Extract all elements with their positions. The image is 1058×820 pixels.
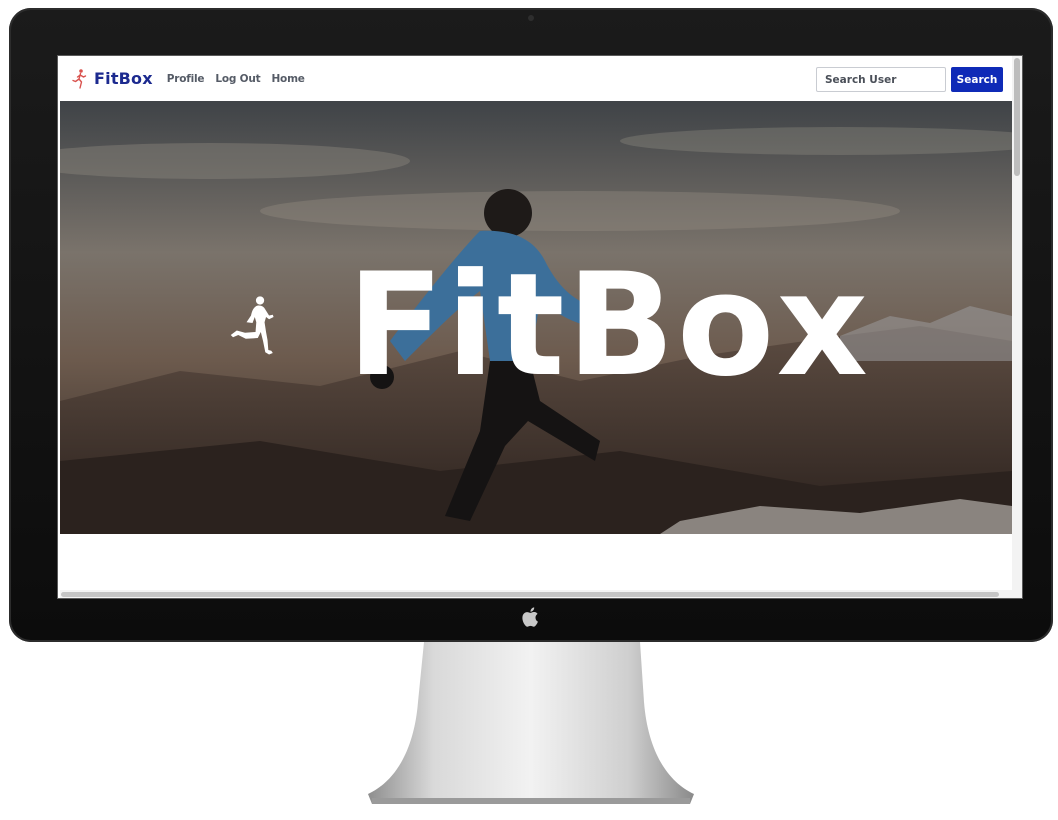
nav-link-profile[interactable]: Profile: [167, 73, 205, 85]
navbar: FitBox Profile Log Out Home Search: [60, 56, 1012, 101]
monitor-frame: FitBox Profile Log Out Home Search User …: [9, 8, 1053, 642]
nav-link-logout[interactable]: Log Out: [215, 73, 260, 85]
search-button[interactable]: Search: [951, 67, 1003, 92]
hero-logo: FitBox: [230, 241, 870, 411]
apple-logo-icon: [522, 607, 538, 627]
hero-title: FitBox: [347, 243, 870, 408]
horizontal-scrollbar[interactable]: [60, 590, 1012, 598]
brand-name: FitBox: [94, 69, 153, 88]
monitor-stand: [368, 642, 694, 804]
running-man-icon: [72, 68, 87, 89]
camera-dot: [528, 15, 534, 21]
browser-viewport: FitBox Profile Log Out Home Search User …: [57, 55, 1023, 599]
vertical-scrollbar[interactable]: [1012, 56, 1022, 598]
vertical-scrollbar-thumb[interactable]: [1014, 58, 1020, 176]
brand-link[interactable]: FitBox: [72, 68, 153, 90]
page-content-area: [60, 534, 1012, 590]
horizontal-scrollbar-thumb[interactable]: [61, 592, 999, 597]
running-man-icon: [230, 296, 274, 355]
nav-link-home[interactable]: Home: [271, 73, 304, 85]
search-user-input[interactable]: [816, 67, 946, 92]
hero-banner: FitBox: [60, 101, 1012, 534]
